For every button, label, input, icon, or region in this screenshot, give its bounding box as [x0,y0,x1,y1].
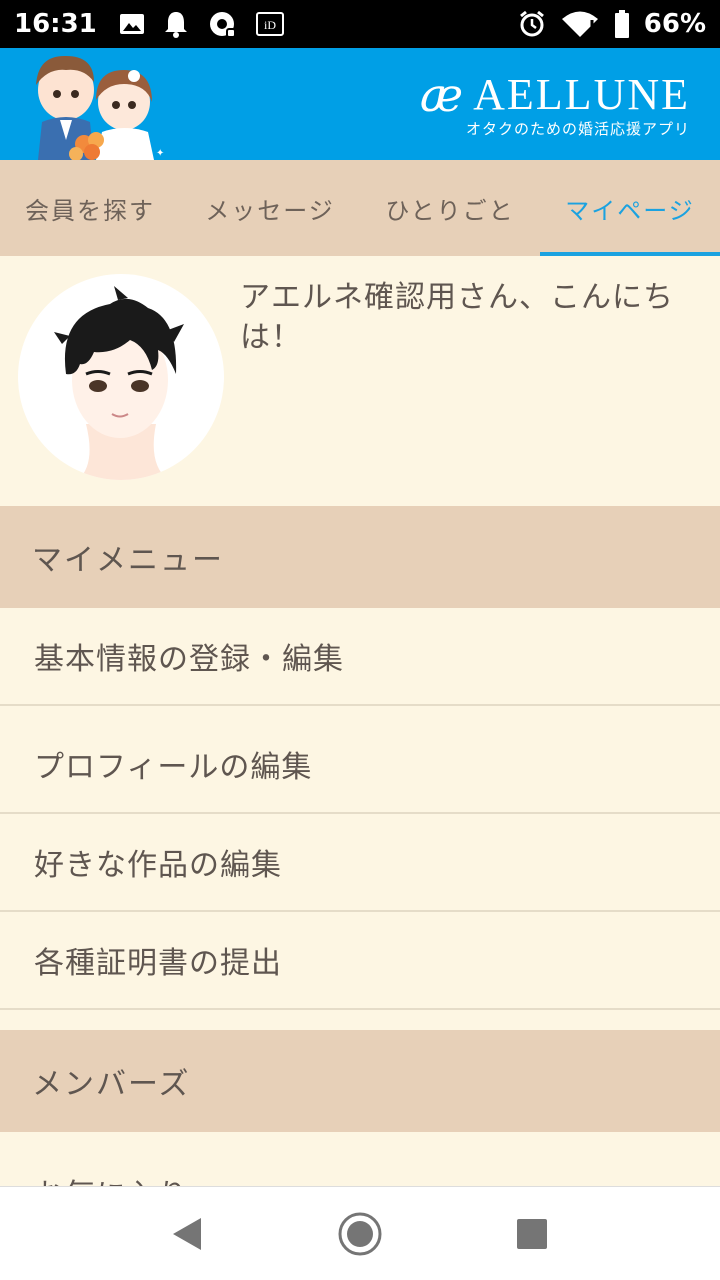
tab-my-page[interactable]: マイページ [540,160,720,256]
recents-icon [517,1219,547,1249]
settings-app-icon [209,12,236,38]
main-tab-bar: 会員を探す メッセージ ひとりごと マイページ [0,160,720,256]
default-avatar-illustration [54,286,184,480]
svg-text:✦: ✦ [156,148,164,159]
gallery-icon [119,14,144,34]
menu-item-edit-profile[interactable]: プロフィールの編集 [0,716,720,814]
aellune-logo: æ AELLUNE オタクのための婚活応援アプリ [420,72,690,139]
wifi-icon [561,11,598,37]
section-header-members: メンバーズ [0,1030,720,1132]
alarm-icon [519,10,544,37]
id-card-icon: iD [255,12,284,36]
logo-mark: æ [419,68,464,122]
menu-item-certificates[interactable]: 各種証明書の提出 [0,912,720,1010]
logo-name: AELLUNE [473,70,690,119]
status-time: 16:31 [14,9,97,39]
back-icon [173,1218,201,1250]
tab-monologue[interactable]: ひとりごと [360,160,540,256]
battery-icon [614,10,629,38]
couple-mascot-illustration: ✦ [36,55,164,160]
tab-search-members[interactable]: 会員を探す [0,160,180,256]
tab-messages[interactable]: メッセージ [180,160,360,256]
profile-summary: アエルネ確認用さん、こんにちは！ [0,256,720,506]
system-navigation-bar [0,1186,720,1280]
home-button[interactable] [335,1209,385,1259]
back-button[interactable] [162,1209,212,1259]
home-icon [338,1212,382,1256]
battery-percentage: 66% [643,9,706,39]
svg-text:iD: iD [264,18,276,32]
menu-item-favorites[interactable]: お気に入り [0,1132,720,1186]
notification-bell-icon [164,12,187,38]
recents-button[interactable] [507,1209,557,1259]
status-bar: 16:31 iD 66% [0,0,720,48]
greeting-text: アエルネ確認用さん、こんにちは！ [240,280,674,355]
section-header-my-menu: マイメニュー [0,506,720,608]
avatar[interactable] [18,274,224,480]
menu-item-favorite-works[interactable]: 好きな作品の編集 [0,814,720,912]
app-header: ✦ æ AELLUNE オタクのための婚活応援アプリ [0,48,720,160]
menu-item-favorites-label: お気に入り [34,1170,189,1186]
menu-item-basic-info[interactable]: 基本情報の登録・編集 [0,608,720,706]
